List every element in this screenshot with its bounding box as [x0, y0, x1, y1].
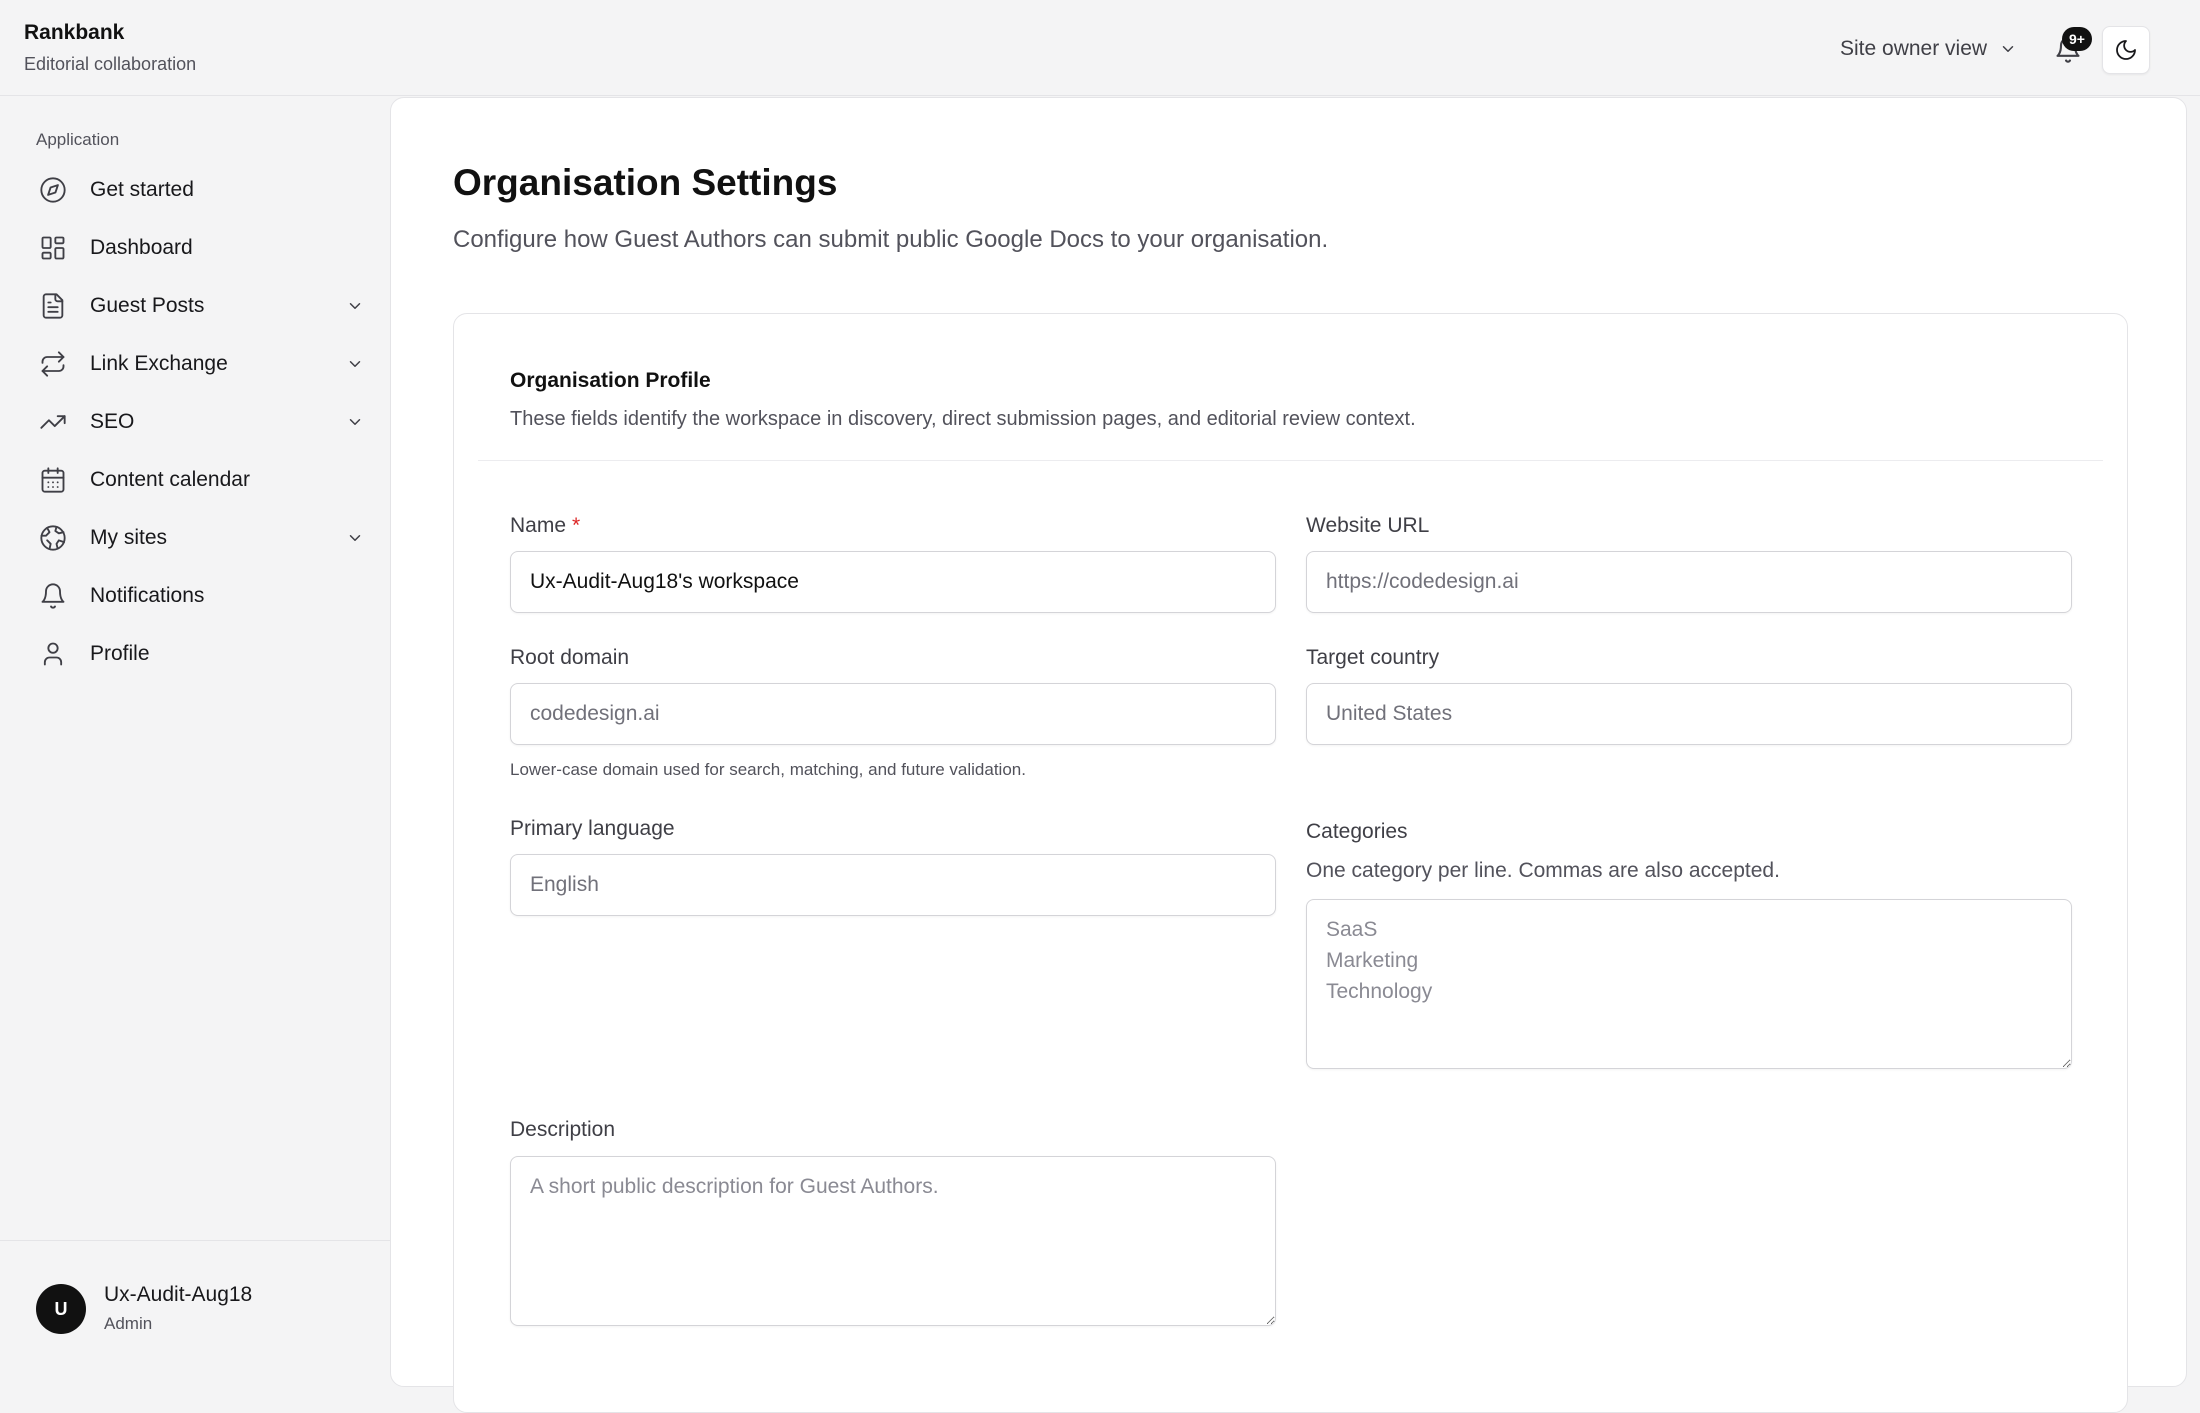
card-description: These fields identify the workspace in d… — [510, 408, 1416, 430]
view-selector-label: Site owner view — [1840, 37, 1988, 60]
required-mark: * — [572, 514, 581, 537]
globe-icon — [38, 523, 68, 553]
sidebar-item-label: My sites — [90, 526, 168, 549]
card-divider — [478, 460, 2103, 461]
sidebar-item-label: Get started — [90, 178, 194, 201]
page-title: Organisation Settings — [453, 162, 838, 203]
name-label: Name * — [510, 514, 580, 538]
sidebar-item-my-sites[interactable]: My sites — [24, 509, 364, 567]
sidebar-item-get-started[interactable]: Get started — [24, 161, 364, 219]
grid-icon — [38, 233, 68, 263]
root-domain-input[interactable] — [510, 683, 1276, 745]
sidebar-item-label: Dashboard — [90, 236, 193, 259]
user-menu[interactable]: U Ux-Audit-Aug18 Admin — [0, 1240, 390, 1375]
chevron-down-icon[interactable] — [346, 529, 364, 547]
notifications-button[interactable]: 9+ — [2052, 27, 2092, 64]
chevron-down-icon[interactable] — [346, 413, 364, 431]
categories-help: One category per line. Commas are also a… — [1306, 859, 1780, 882]
moon-icon — [2116, 40, 2136, 60]
sidebar-item-label: SEO — [90, 410, 135, 433]
view-selector[interactable]: Site owner view — [1840, 34, 2017, 64]
compass-icon — [38, 175, 68, 205]
name-input[interactable] — [510, 551, 1276, 613]
primary-language-input[interactable] — [510, 854, 1276, 916]
sidebar-item-label: Link Exchange — [90, 352, 228, 375]
organisation-profile-card: Organisation Profile These fields identi… — [453, 313, 2128, 1413]
root-domain-hint: Lower-case domain used for search, match… — [510, 760, 1026, 779]
categories-label: Categories — [1306, 820, 1408, 843]
website-url-label: Website URL — [1306, 514, 1430, 537]
card-title: Organisation Profile — [510, 369, 711, 392]
sidebar-item-seo[interactable]: SEO — [24, 393, 364, 451]
chevron-down-icon — [2002, 46, 2014, 52]
sidebar: Application Get started Dashboard Guest … — [0, 97, 390, 1375]
sidebar-nav: Get started Dashboard Guest Posts Link E… — [24, 161, 364, 683]
avatar: U — [36, 1284, 86, 1334]
main-panel: Organisation Settings Configure how Gues… — [390, 97, 2187, 1413]
sidebar-item-dashboard[interactable]: Dashboard — [24, 219, 364, 277]
bell-icon — [38, 581, 68, 611]
name-label-text: Name — [510, 514, 567, 537]
target-country-input[interactable] — [1306, 683, 2072, 745]
top-header: Rankbank Editorial collaboration Site ow… — [0, 0, 2200, 96]
brand-subtitle: Editorial collaboration — [24, 54, 197, 74]
repeat-icon — [38, 349, 68, 379]
calendar-icon — [38, 465, 68, 495]
user-icon — [38, 639, 68, 669]
description-textarea[interactable] — [510, 1156, 1276, 1326]
description-label: Description — [510, 1118, 616, 1141]
sidebar-item-label: Notifications — [90, 584, 205, 607]
sidebar-item-notifications[interactable]: Notifications — [24, 567, 364, 625]
trending-up-icon — [38, 407, 68, 437]
user-role: Admin — [104, 1314, 153, 1333]
sidebar-item-link-exchange[interactable]: Link Exchange — [24, 335, 364, 393]
notification-badge: 9+ — [2062, 27, 2092, 51]
root-domain-label: Root domain — [510, 646, 630, 669]
target-country-label: Target country — [1306, 646, 1440, 669]
primary-language-label: Primary language — [510, 817, 675, 840]
brand-title[interactable]: Rankbank — [24, 21, 124, 45]
sidebar-item-guest-posts[interactable]: Guest Posts — [24, 277, 364, 335]
sidebar-item-label: Profile — [90, 642, 150, 665]
chevron-down-icon[interactable] — [346, 355, 364, 373]
sidebar-item-label: Guest Posts — [90, 294, 205, 317]
sidebar-item-label: Content calendar — [90, 468, 250, 491]
sidebar-section-label: Application — [36, 130, 120, 149]
document-icon — [38, 291, 68, 321]
theme-toggle-button[interactable] — [2102, 26, 2150, 74]
sidebar-item-profile[interactable]: Profile — [24, 625, 364, 683]
website-url-input[interactable] — [1306, 551, 2072, 613]
page-description: Configure how Guest Authors can submit p… — [453, 226, 1329, 253]
chevron-down-icon[interactable] — [346, 297, 364, 315]
user-name: Ux-Audit-Aug18 — [104, 1283, 253, 1306]
categories-textarea[interactable] — [1306, 899, 2072, 1069]
sidebar-item-content-calendar[interactable]: Content calendar — [24, 451, 364, 509]
